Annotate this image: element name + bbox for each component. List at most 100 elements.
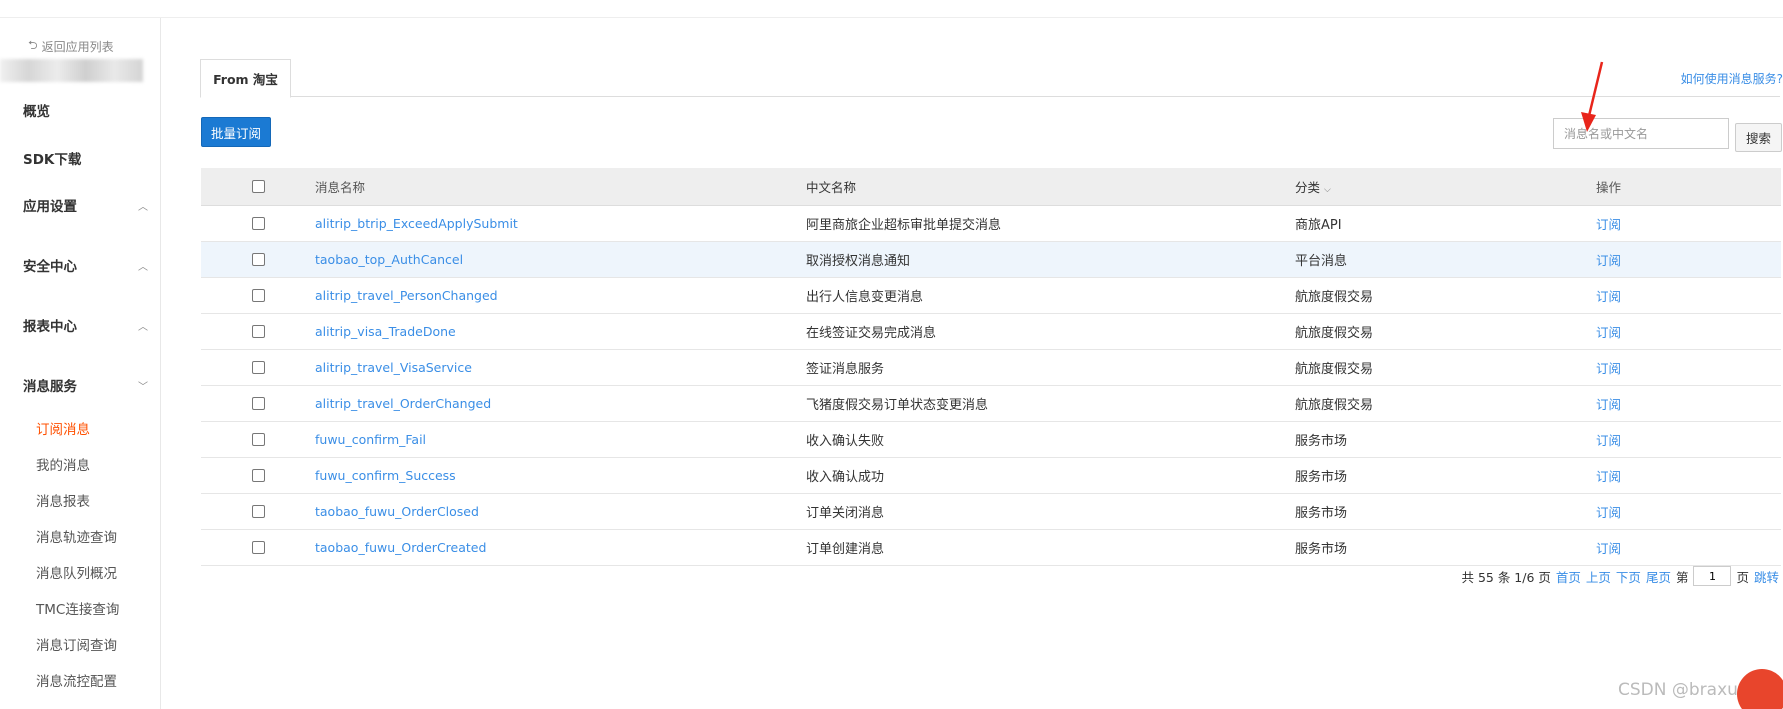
prev-page-link[interactable]: 上页	[1586, 567, 1611, 586]
subscribe-link[interactable]: 订阅	[1596, 430, 1781, 449]
chevron-up-icon: ︿	[138, 321, 148, 333]
table-row: fuwu_confirm_Fail 收入确认失败 服务市场 订阅	[201, 422, 1781, 458]
header-category[interactable]: 分类 ⌵	[1295, 177, 1596, 196]
tab-from-taobao[interactable]: From 淘宝	[200, 59, 291, 98]
red-arrow-annotation	[1581, 61, 1604, 132]
back-to-app-list-link[interactable]: ⮌ 返回应用列表	[28, 36, 114, 57]
subscribe-link[interactable]: 订阅	[1596, 358, 1781, 377]
table-row: alitrip_btrip_ExceedApplySubmit 阿里商旅企业超标审…	[201, 206, 1781, 242]
nav-item-report-center[interactable]: 报表中心 ︿	[23, 315, 148, 335]
message-cn-name: 收入确认成功	[806, 470, 885, 485]
nav-item-overview[interactable]: 概览	[23, 100, 148, 120]
subscribe-link[interactable]: 订阅	[1596, 250, 1781, 269]
stamp-logo	[1737, 669, 1783, 709]
pagination: 共 55 条 1/6 页 首页 上页 下页 尾页 第 页 跳转	[1461, 566, 1779, 586]
message-name-link[interactable]: alitrip_travel_VisaService	[315, 360, 806, 375]
header-cn-name: 中文名称	[806, 180, 857, 195]
subscribe-link[interactable]: 订阅	[1596, 538, 1781, 557]
message-name-link[interactable]: alitrip_visa_TradeDone	[315, 324, 806, 339]
help-link[interactable]: 如何使用消息服务?	[1681, 70, 1783, 87]
message-name-link[interactable]: alitrip_travel_OrderChanged	[315, 396, 806, 411]
nav-label: 消息服务	[23, 379, 77, 395]
message-category: 航旅度假交易	[1295, 362, 1374, 377]
row-checkbox[interactable]	[252, 361, 265, 374]
search-button[interactable]: 搜索	[1735, 123, 1782, 152]
batch-subscribe-button[interactable]: 批量订阅	[201, 117, 271, 147]
table-row: alitrip_travel_VisaService 签证消息服务 航旅度假交易 订阅	[201, 350, 1781, 386]
header-operation: 操作	[1596, 180, 1622, 195]
jump-link[interactable]: 跳转	[1754, 567, 1779, 586]
goto-prefix: 第	[1675, 569, 1689, 585]
message-cn-name: 订单关闭消息	[806, 506, 885, 521]
message-name-link[interactable]: taobao_fuwu_OrderCreated	[315, 540, 806, 555]
message-cn-name: 飞猪度假交易订单状态变更消息	[806, 398, 989, 413]
nav-item-app-settings[interactable]: 应用设置 ︿	[23, 195, 148, 215]
subscribe-link[interactable]: 订阅	[1596, 286, 1781, 305]
row-checkbox[interactable]	[252, 253, 265, 266]
table-row: taobao_fuwu_OrderCreated 订单创建消息 服务市场 订阅	[201, 530, 1781, 566]
nav-item-sdk-download[interactable]: SDK下载	[23, 148, 148, 168]
message-category: 商旅API	[1295, 218, 1342, 233]
table-header: 消息名称 中文名称 分类 ⌵ 操作	[201, 168, 1781, 206]
page-number-input[interactable]	[1693, 566, 1732, 586]
sidebar-item-message-trace[interactable]: 消息轨迹查询	[36, 526, 117, 546]
table-row: fuwu_confirm_Success 收入确认成功 服务市场 订阅	[201, 458, 1781, 494]
row-checkbox[interactable]	[252, 325, 265, 338]
table-row: alitrip_travel_OrderChanged 飞猪度假交易订单状态变更消…	[201, 386, 1781, 422]
message-category: 平台消息	[1295, 254, 1348, 269]
last-page-link[interactable]: 尾页	[1646, 567, 1671, 586]
row-checkbox[interactable]	[252, 397, 265, 410]
nav-label: 报表中心	[23, 319, 77, 335]
first-page-link[interactable]: 首页	[1556, 567, 1581, 586]
row-checkbox[interactable]	[252, 289, 265, 302]
message-category: 服务市场	[1295, 470, 1348, 485]
subscribe-link[interactable]: 订阅	[1596, 322, 1781, 341]
row-checkbox[interactable]	[252, 541, 265, 554]
row-checkbox[interactable]	[252, 217, 265, 230]
message-cn-name: 取消授权消息通知	[806, 254, 911, 269]
message-category: 航旅度假交易	[1295, 290, 1374, 305]
message-category: 服务市场	[1295, 506, 1348, 521]
nav-label: 概览	[23, 104, 50, 120]
message-name-link[interactable]: fuwu_confirm_Fail	[315, 432, 806, 447]
next-page-link[interactable]: 下页	[1616, 567, 1641, 586]
table-row: alitrip_travel_PersonChanged 出行人信息变更消息 航旅度…	[201, 278, 1781, 314]
sidebar: ⮌ 返回应用列表 概览 SDK下载 应用设置 ︿ 安全中心 ︿ 报表中心 ︿ 消…	[0, 18, 161, 709]
message-name-link[interactable]: taobao_fuwu_OrderClosed	[315, 504, 806, 519]
message-cn-name: 在线签证交易完成消息	[806, 326, 937, 341]
subscribe-link[interactable]: 订阅	[1596, 466, 1781, 485]
message-name-link[interactable]: taobao_top_AuthCancel	[315, 252, 806, 267]
row-checkbox[interactable]	[252, 433, 265, 446]
message-category: 航旅度假交易	[1295, 398, 1374, 413]
message-cn-name: 签证消息服务	[806, 362, 885, 377]
sidebar-item-message-report[interactable]: 消息报表	[36, 490, 90, 510]
row-checkbox[interactable]	[252, 505, 265, 518]
sidebar-item-my-messages[interactable]: 我的消息	[36, 454, 90, 474]
pagination-summary: 共 55 条 1/6 页	[1461, 569, 1551, 585]
goto-suffix: 页	[1736, 569, 1749, 585]
row-checkbox[interactable]	[252, 469, 265, 482]
nav-label: 安全中心	[23, 259, 77, 275]
sidebar-item-queue-overview[interactable]: 消息队列概况	[36, 562, 117, 582]
message-table: 消息名称 中文名称 分类 ⌵ 操作 alitrip_btrip_ExceedAp…	[201, 168, 1781, 566]
nav-item-message-service[interactable]: 消息服务 ﹀	[23, 375, 148, 395]
subscribe-link[interactable]: 订阅	[1596, 394, 1781, 413]
select-all-checkbox[interactable]	[252, 180, 265, 193]
chevron-down-icon: ⌵	[1324, 185, 1331, 195]
sidebar-item-flow-control[interactable]: 消息流控配置	[36, 670, 117, 690]
table-row: alitrip_visa_TradeDone 在线签证交易完成消息 航旅度假交易 订阅	[201, 314, 1781, 350]
message-name-link[interactable]: fuwu_confirm_Success	[315, 468, 806, 483]
back-link-label: 返回应用列表	[41, 40, 114, 54]
table-row: taobao_top_AuthCancel 取消授权消息通知 平台消息 订阅	[201, 242, 1781, 278]
sidebar-item-subscribe-message[interactable]: 订阅消息	[36, 418, 90, 438]
message-name-link[interactable]: alitrip_travel_PersonChanged	[315, 288, 806, 303]
top-bar	[0, 0, 1783, 18]
sidebar-item-subscription-query[interactable]: 消息订阅查询	[36, 634, 117, 654]
undo-icon: ⮌	[28, 38, 38, 52]
message-cn-name: 收入确认失败	[806, 434, 885, 449]
nav-item-security-center[interactable]: 安全中心 ︿	[23, 255, 148, 275]
message-name-link[interactable]: alitrip_btrip_ExceedApplySubmit	[315, 216, 806, 231]
sidebar-item-tmc-connection[interactable]: TMC连接查询	[36, 598, 119, 618]
subscribe-link[interactable]: 订阅	[1596, 502, 1781, 521]
subscribe-link[interactable]: 订阅	[1596, 214, 1781, 233]
